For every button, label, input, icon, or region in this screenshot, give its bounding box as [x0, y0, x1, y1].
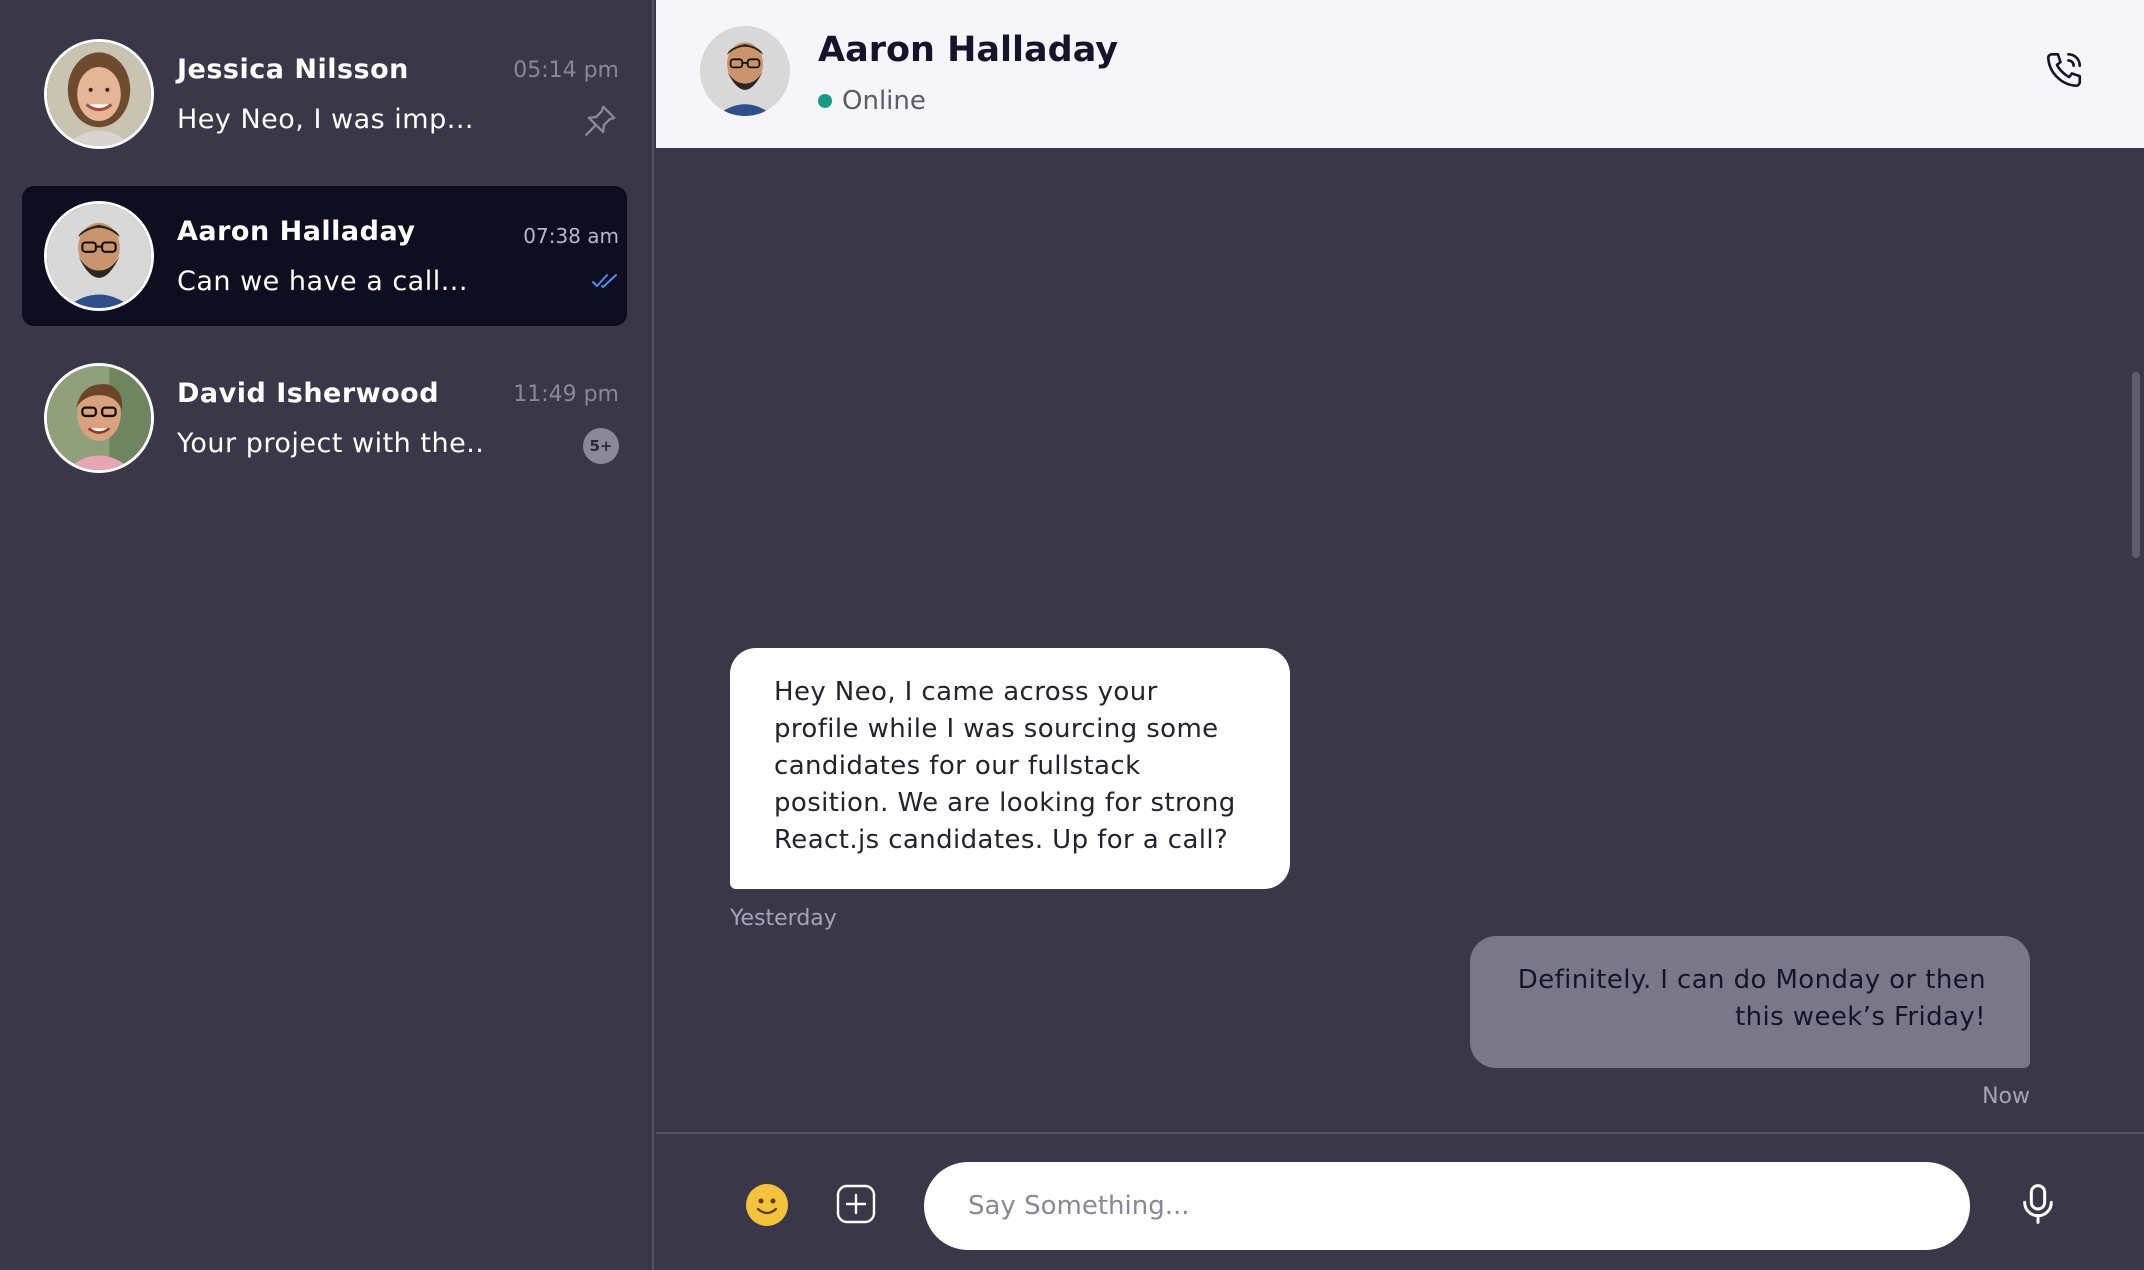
messaging-app: Jessica Nilsson 05:14 pm Hey Neo, I was … [0, 0, 2144, 1270]
conversation-name: Jessica Nilsson [177, 54, 409, 85]
presence-status: Online [818, 86, 926, 116]
incoming-message-bubble: Hey Neo, I came across your profile whil… [730, 648, 1290, 889]
message-input[interactable] [924, 1162, 1970, 1250]
conversation-item-jessica-nilsson[interactable]: Jessica Nilsson 05:14 pm Hey Neo, I was … [22, 24, 627, 164]
conversation-preview: Hey Neo, I was imp... [177, 104, 474, 135]
contact-avatar[interactable] [700, 26, 790, 116]
conversation-preview: Can we have a call... [177, 266, 468, 297]
double-check-icon [591, 272, 619, 294]
conversation-time: 07:38 am [523, 224, 619, 248]
unread-count-badge: 5+ [583, 428, 619, 464]
conversation-list: Jessica Nilsson 05:14 pm Hey Neo, I was … [0, 0, 654, 1270]
message-text: Hey Neo, I came across your profile whil… [774, 677, 1236, 855]
avatar [44, 201, 154, 311]
chat-panel: Aaron Halladay Online Hey Neo, I came ac… [656, 0, 2144, 1270]
conversation-item-david-isherwood[interactable]: David Isherwood 11:49 pm Your project wi… [22, 348, 627, 488]
message-timestamp: Yesterday [730, 906, 837, 931]
emoji-icon[interactable] [746, 1184, 788, 1226]
conversation-time: 11:49 pm [513, 382, 619, 407]
conversation-time: 05:14 pm [513, 58, 619, 83]
avatar [44, 39, 154, 149]
message-timestamp: Now [1982, 1084, 2030, 1109]
phone-icon [2043, 49, 2085, 95]
presence-label: Online [842, 86, 926, 116]
microphone-icon[interactable] [2018, 1182, 2058, 1226]
contact-name: Aaron Halladay [818, 30, 1119, 70]
conversation-item-aaron-halladay[interactable]: Aaron Halladay 07:38 am Can we have a ca… [22, 186, 627, 326]
message-text: Definitely. I can do Monday or then this… [1517, 965, 1986, 1032]
message-composer [656, 1132, 2144, 1270]
online-indicator [818, 94, 832, 108]
conversation-name: Aaron Halladay [177, 216, 416, 247]
outgoing-message-bubble: Definitely. I can do Monday or then this… [1470, 936, 2030, 1068]
add-attachment-icon[interactable] [836, 1184, 876, 1224]
call-button[interactable] [2040, 48, 2088, 96]
conversation-name: David Isherwood [177, 378, 440, 409]
chat-scrollbar[interactable] [2132, 372, 2140, 558]
pin-icon[interactable] [581, 102, 619, 144]
chat-header: Aaron Halladay Online [656, 0, 2144, 148]
avatar [44, 363, 154, 473]
conversation-preview: Your project with the.. [177, 428, 485, 459]
